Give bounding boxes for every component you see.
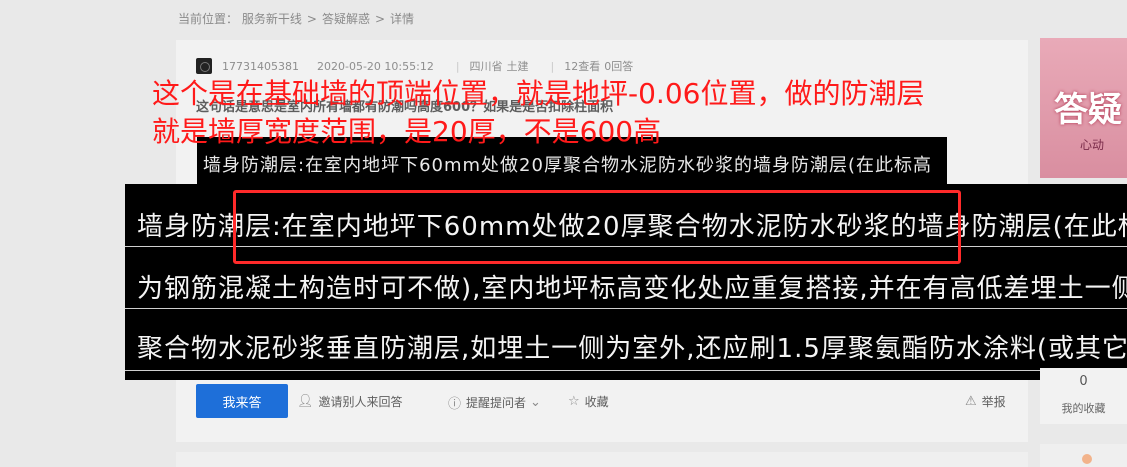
- collection-label: 我的收藏: [1061, 402, 1106, 415]
- collection-count: 0: [1079, 374, 1088, 389]
- answer-count: 0回答: [604, 60, 634, 73]
- region: 四川省: [469, 60, 503, 73]
- cad-small-text: 墙身防潮层:在室内地坪下60mm处做20厚聚合物水泥防水砂浆的墙身防潮层(在此标…: [203, 155, 932, 176]
- warning-icon: ⚠: [965, 394, 977, 409]
- cad-line-2: 为钢筋混凝土构造时可不做),室内地坪标高变化处应重复搭接,并在有高低差埋土一侧的…: [137, 274, 1127, 304]
- cad-line-3: 聚合物水泥砂浆垂直防潮层,如埋土一侧为室外,还应刷1.5厚聚氨酯防水涂料(或其它…: [137, 334, 1127, 364]
- remind-label: 提醒提问者: [466, 396, 527, 410]
- breadcrumb-prefix: 当前位置: [178, 12, 227, 26]
- recommendation-strip: [176, 452, 1028, 467]
- annotation-line-1: 这个是在基础墙的顶端位置，就是地坪-0.06位置，做的防潮层: [152, 77, 925, 110]
- remind-asker-button[interactable]: ⓘ 提醒提问者 ⌄: [448, 393, 541, 412]
- my-collection[interactable]: 0 我的收藏: [1040, 368, 1127, 424]
- breadcrumb-item-service[interactable]: 服务新干线: [242, 12, 302, 26]
- invite-label: 邀请别人来回答: [318, 395, 403, 409]
- view-count: 12查看: [564, 60, 601, 73]
- sidebar-bottom-widget: [1040, 444, 1127, 467]
- highlight-box: [233, 190, 961, 264]
- breadcrumb-item-qa[interactable]: 答疑解惑: [322, 12, 370, 26]
- person-icon: 👤︎: [297, 394, 314, 409]
- breadcrumb: 当前位置： 服务新干线 > 答疑解惑 > 详情: [178, 12, 415, 26]
- promo-subtitle: 心动: [1080, 138, 1105, 152]
- post-datetime: 2020-05-20 10:55:12: [316, 59, 434, 73]
- info-icon: ⓘ: [448, 397, 462, 412]
- report-label: 举报: [981, 395, 1006, 409]
- cad-divider: [125, 370, 1127, 371]
- invite-answer-button[interactable]: 👤︎ 邀请别人来回答: [297, 393, 403, 410]
- question-meta: 17731405381 2020-05-20 10:55:12 | 四川省 土建…: [196, 58, 645, 74]
- avatar: [1082, 454, 1092, 464]
- avatar[interactable]: [196, 58, 212, 74]
- star-icon: ☆: [568, 394, 580, 409]
- user-name[interactable]: 17731405381: [222, 60, 299, 73]
- answer-button[interactable]: 我来答: [196, 384, 288, 418]
- cad-divider: [125, 308, 1127, 309]
- collect-label: 收藏: [584, 395, 609, 409]
- sidebar-promo-banner[interactable]: 答疑 心动: [1040, 38, 1127, 178]
- breadcrumb-item-detail: 详情: [390, 12, 415, 26]
- category: 土建: [506, 60, 529, 73]
- chevron-down-icon: ⌄: [530, 395, 541, 410]
- collect-button[interactable]: ☆ 收藏: [568, 393, 609, 410]
- promo-title: 答疑: [1054, 90, 1122, 130]
- report-button[interactable]: ⚠ 举报: [965, 393, 1006, 410]
- annotation-line-2: 就是墙厚宽度范围，是20厚，不是600高: [152, 115, 662, 148]
